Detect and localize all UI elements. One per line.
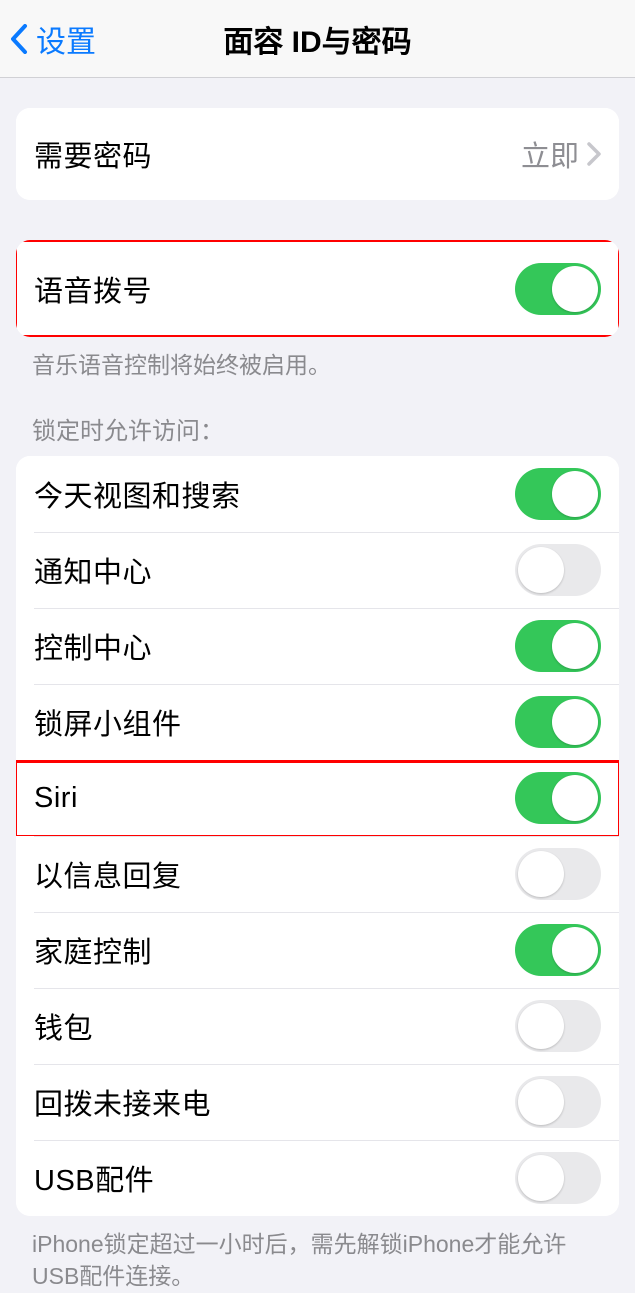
row-label: 控制中心 xyxy=(34,625,152,667)
row-notification-center[interactable]: 通知中心 xyxy=(16,532,619,608)
row-label: 以信息回复 xyxy=(34,853,182,895)
toggle-usb-accessories[interactable] xyxy=(515,1152,601,1204)
back-button[interactable]: 设置 xyxy=(0,17,96,61)
back-label: 设置 xyxy=(36,17,96,61)
toggle-reply-with-message[interactable] xyxy=(515,848,601,900)
row-reply-with-message[interactable]: 以信息回复 xyxy=(16,836,619,912)
row-label: 语音拨号 xyxy=(34,268,152,310)
toggle-voice-dial[interactable] xyxy=(515,263,601,315)
toggle-notification-center[interactable] xyxy=(515,544,601,596)
row-label: 通知中心 xyxy=(34,549,152,591)
row-home-control[interactable]: 家庭控制 xyxy=(16,912,619,988)
toggle-today-view[interactable] xyxy=(515,468,601,520)
chevron-left-icon xyxy=(10,24,28,54)
voice-dial-footer: 音乐语音控制将始终被启用。 xyxy=(0,337,635,381)
navbar: 设置 面容 ID与密码 xyxy=(0,0,635,78)
row-return-missed-calls[interactable]: 回拨未接来电 xyxy=(16,1064,619,1140)
row-label: Siri xyxy=(34,782,78,815)
row-today-view[interactable]: 今天视图和搜索 xyxy=(16,456,619,532)
allow-access-header: 锁定时允许访问： xyxy=(0,411,635,456)
toggle-lock-screen-widgets[interactable] xyxy=(515,696,601,748)
row-label: USB配件 xyxy=(34,1157,154,1199)
row-lock-screen-widgets[interactable]: 锁屏小组件 xyxy=(16,684,619,760)
row-usb-accessories[interactable]: USB配件 xyxy=(16,1140,619,1216)
group-allow-access: 今天视图和搜索 通知中心 控制中心 锁屏小组件 Siri 以信息回复 家庭控制 … xyxy=(16,456,619,1216)
row-label: 需要密码 xyxy=(34,133,152,175)
chevron-right-icon xyxy=(587,142,601,166)
row-siri[interactable]: Siri xyxy=(16,760,619,836)
row-control-center[interactable]: 控制中心 xyxy=(16,608,619,684)
row-wallet[interactable]: 钱包 xyxy=(16,988,619,1064)
allow-access-footer: iPhone锁定超过一小时后，需先解锁iPhone才能允许USB配件连接。 xyxy=(0,1216,635,1292)
toggle-siri[interactable] xyxy=(515,772,601,824)
row-voice-dial[interactable]: 语音拨号 xyxy=(16,240,619,337)
row-label: 回拨未接来电 xyxy=(34,1081,211,1123)
toggle-return-missed-calls[interactable] xyxy=(515,1076,601,1128)
group-require-passcode: 需要密码 立即 xyxy=(16,108,619,200)
toggle-control-center[interactable] xyxy=(515,620,601,672)
row-label: 钱包 xyxy=(34,1005,93,1047)
row-label: 今天视图和搜索 xyxy=(34,473,241,515)
toggle-home-control[interactable] xyxy=(515,924,601,976)
row-value: 立即 xyxy=(521,133,601,175)
row-label: 家庭控制 xyxy=(34,929,152,971)
row-label: 锁屏小组件 xyxy=(34,701,182,743)
group-voice-dial: 语音拨号 xyxy=(16,240,619,337)
row-require-passcode[interactable]: 需要密码 立即 xyxy=(16,108,619,200)
toggle-wallet[interactable] xyxy=(515,1000,601,1052)
